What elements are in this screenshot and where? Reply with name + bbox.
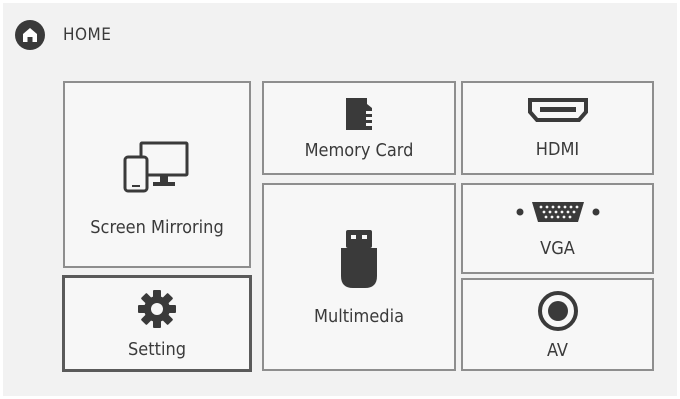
av-label: AV <box>547 339 568 361</box>
memory-card-tile[interactable]: Memory Card <box>262 81 456 175</box>
page-title: HOME <box>63 25 112 45</box>
multimedia-tile[interactable]: Multimedia <box>262 183 456 371</box>
home-screen: HOME Screen Mirroring Memory Card HDMI M… <box>3 3 677 396</box>
vga-port-icon <box>516 201 599 222</box>
hdmi-tile[interactable]: HDMI <box>461 81 654 175</box>
devices-icon <box>123 141 189 192</box>
memory-card-label: Memory Card <box>304 140 414 161</box>
screen-mirroring-label: Screen Mirroring <box>90 216 224 238</box>
setting-label: Setting <box>128 338 186 360</box>
header: HOME <box>15 19 111 51</box>
vga-label: VGA <box>540 237 575 259</box>
hdmi-port-icon <box>527 98 588 122</box>
setting-tile[interactable]: Setting <box>62 275 252 372</box>
usb-drive-icon <box>341 230 377 288</box>
gear-icon <box>138 289 176 328</box>
vga-tile[interactable]: VGA <box>461 183 654 274</box>
av-tile[interactable]: AV <box>461 278 654 371</box>
av-jack-icon <box>537 290 578 331</box>
home-icon[interactable] <box>15 20 45 50</box>
screen-mirroring-tile[interactable]: Screen Mirroring <box>63 81 251 268</box>
sd-card-icon <box>346 98 372 130</box>
multimedia-label: Multimedia <box>313 306 405 327</box>
hdmi-label: HDMI <box>535 139 580 160</box>
